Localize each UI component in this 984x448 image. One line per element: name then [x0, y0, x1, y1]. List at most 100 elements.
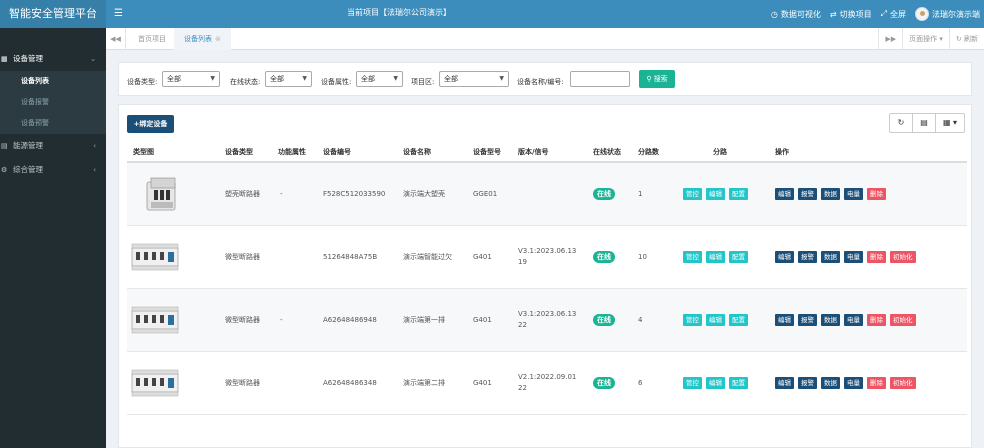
op-edit-button[interactable]: 编辑	[775, 314, 794, 326]
op-power-button[interactable]: 电量	[844, 377, 863, 389]
op-alarm-button[interactable]: 报警	[798, 188, 817, 200]
operation-buttons: 编辑 报警 数据 电量 删除 初始化	[775, 251, 916, 263]
op-delete-button[interactable]: 删除	[867, 314, 886, 326]
columns-icon[interactable]: ▦ ▾	[936, 114, 964, 132]
sidebar-item-device-mgmt[interactable]: ▦ 设备管理 ⌄	[0, 47, 106, 71]
project-area-label: 项目区:	[411, 78, 435, 86]
device-code-cell: F528C512033590	[323, 190, 386, 198]
tab-home-project[interactable]: 首页项目	[128, 28, 176, 50]
version-cell: V3.1:2023.06.13 19	[518, 246, 577, 266]
branch-count-cell: 4	[638, 316, 643, 324]
menu-toggle-icon[interactable]: ☰	[114, 0, 123, 28]
chevron-down-icon: ▼	[302, 75, 307, 82]
sidebar-item-device-alarm[interactable]: 设备报警	[0, 92, 106, 113]
tab-device-list[interactable]: 设备列表 ⊗	[174, 28, 231, 50]
op-power-button[interactable]: 电量	[844, 314, 863, 326]
op-edit-button[interactable]: 编辑	[775, 188, 794, 200]
branch-config-button[interactable]: 配置	[729, 314, 748, 326]
bind-device-button[interactable]: +绑定设备	[127, 115, 174, 133]
col-header-device-type: 设备类型	[225, 148, 253, 156]
col-header-branch: 分路	[713, 148, 727, 156]
branch-buttons: 管控 编辑 配置	[683, 188, 748, 200]
device-type-cell: 微型断路器	[225, 316, 260, 324]
avatar	[915, 7, 929, 21]
username-label: 法瑞尔演示端	[932, 9, 980, 19]
device-name-input[interactable]	[570, 71, 630, 87]
branch-control-button[interactable]: 管控	[683, 314, 702, 326]
search-icon: ⚲	[646, 75, 652, 83]
toggle-view-icon[interactable]: ▤	[913, 114, 936, 132]
user-menu[interactable]: 法瑞尔演示端	[915, 7, 980, 21]
tab-scroll-left-icon[interactable]: ◀◀	[106, 28, 126, 50]
branch-control-button[interactable]: 管控	[683, 377, 702, 389]
op-alarm-button[interactable]: 报警	[798, 377, 817, 389]
op-delete-button[interactable]: 删除	[867, 251, 886, 263]
device-name-cell: 演示端第一排	[403, 316, 445, 324]
branch-edit-button[interactable]: 编辑	[706, 314, 725, 326]
col-header-version: 版本/信号	[518, 148, 549, 156]
project-area-select[interactable]: 全部 ▼	[439, 71, 509, 87]
op-edit-button[interactable]: 编辑	[775, 251, 794, 263]
fullscreen-icon: ⤢	[880, 9, 887, 18]
brand-title[interactable]: 智能安全管理平台	[0, 0, 106, 28]
branch-config-button[interactable]: 配置	[729, 377, 748, 389]
op-initialize-button[interactable]: 初始化	[890, 314, 916, 326]
tab-scroll-right-icon[interactable]: ▶▶	[878, 28, 902, 50]
status-badge: 在线	[593, 188, 615, 200]
sidebar-item-energy-mgmt[interactable]: ▤ 能源管理 ‹	[0, 134, 106, 158]
data-visualization-link[interactable]: ◷ 数据可视化	[771, 9, 821, 20]
clock-icon: ◷	[770, 9, 778, 19]
select-value: 全部	[270, 75, 284, 83]
chevron-down-icon: ▼	[499, 75, 504, 82]
switch-project-link[interactable]: ⇄ 切换项目	[830, 9, 872, 20]
data-visualization-label: 数据可视化	[780, 9, 821, 19]
device-model-cell: G401	[473, 253, 492, 261]
branch-edit-button[interactable]: 编辑	[706, 377, 725, 389]
device-model-cell: G401	[473, 379, 492, 387]
sidebar: ▦ 设备管理 ⌄ 设备列表 设备报警 设备预警 ▤ 能源管理 ‹ ⚙ 综合管理 …	[0, 28, 106, 448]
col-header-device-code: 设备编号	[323, 148, 351, 156]
op-edit-button[interactable]: 编辑	[775, 377, 794, 389]
device-attr-select[interactable]: 全部 ▼	[356, 71, 403, 87]
top-navbar: 智能安全管理平台 ☰ 当前项目【法瑞尔公司演示】 ◷ 数据可视化 ⇄ 切换项目 …	[0, 0, 984, 28]
refresh-button[interactable]: ↻ 刷新	[948, 28, 984, 50]
op-alarm-button[interactable]: 报警	[798, 314, 817, 326]
sidebar-item-device-warning[interactable]: 设备预警	[0, 113, 106, 134]
sidebar-item-device-list[interactable]: 设备列表	[0, 71, 106, 92]
refresh-icon[interactable]: ↻	[890, 114, 913, 132]
op-power-button[interactable]: 电量	[844, 251, 863, 263]
branch-edit-button[interactable]: 编辑	[706, 188, 725, 200]
op-delete-button[interactable]: 删除	[867, 377, 886, 389]
page-operations-dropdown[interactable]: 页面操作 ▾	[902, 28, 949, 50]
op-initialize-button[interactable]: 初始化	[890, 251, 916, 263]
op-power-button[interactable]: 电量	[844, 188, 863, 200]
device-type-select[interactable]: 全部 ▼	[162, 71, 220, 87]
sidebar-item-label: 能源管理	[13, 141, 43, 150]
device-code-cell: A62648486348	[323, 379, 377, 387]
table-row: 微型断路器 51264848A75B 演示端智能过欠 G401 V3.1:2023.06…	[127, 226, 967, 289]
branch-control-button[interactable]: 管控	[683, 188, 702, 200]
branch-edit-button[interactable]: 编辑	[706, 251, 725, 263]
sidebar-item-label: 设备管理	[13, 54, 43, 63]
op-delete-button[interactable]: 删除	[867, 188, 886, 200]
op-data-button[interactable]: 数据	[821, 377, 840, 389]
grid-icon: ▦	[1, 55, 8, 63]
version-cell: V3.1:2023.06.13 22	[518, 309, 577, 329]
col-header-operations: 操作	[775, 148, 789, 156]
fullscreen-link[interactable]: ⤢ 全屏	[881, 9, 906, 20]
search-button[interactable]: ⚲ 搜索	[639, 70, 675, 88]
op-alarm-button[interactable]: 报警	[798, 251, 817, 263]
close-icon[interactable]: ⊗	[215, 35, 221, 43]
op-data-button[interactable]: 数据	[821, 314, 840, 326]
op-data-button[interactable]: 数据	[821, 188, 840, 200]
online-status-select[interactable]: 全部 ▼	[265, 71, 312, 87]
op-initialize-button[interactable]: 初始化	[890, 377, 916, 389]
branch-control-button[interactable]: 管控	[683, 251, 702, 263]
sidebar-item-label: 综合管理	[13, 165, 43, 174]
status-badge: 在线	[593, 377, 615, 389]
sidebar-item-general-mgmt[interactable]: ⚙ 综合管理 ‹	[0, 158, 106, 182]
branch-buttons: 管控 编辑 配置	[683, 314, 748, 326]
branch-config-button[interactable]: 配置	[729, 188, 748, 200]
op-data-button[interactable]: 数据	[821, 251, 840, 263]
branch-config-button[interactable]: 配置	[729, 251, 748, 263]
